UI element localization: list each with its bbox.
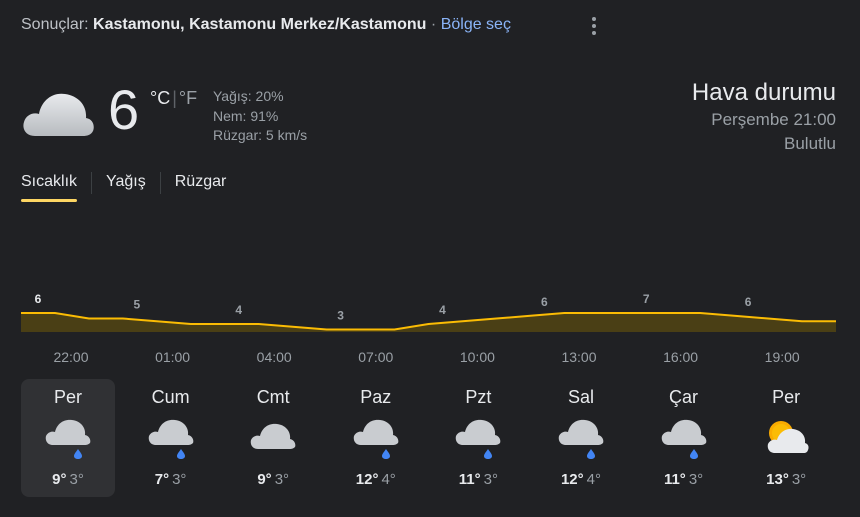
day-temps: 11° 3°: [637, 471, 731, 488]
weather-summary: Hava durumu Perşembe 21:00 Bulutlu: [692, 78, 836, 156]
chart-value-label: 4: [235, 303, 242, 317]
day-name: Cmt: [256, 387, 290, 407]
current-temperature: 6: [108, 78, 140, 141]
cloud-icon: [250, 415, 296, 464]
chart-time-label: 16:00: [663, 349, 699, 365]
day-forecast-3[interactable]: Paz 12° 4°: [329, 379, 423, 497]
day-name: Sal: [567, 387, 594, 407]
day-low: 3°: [69, 471, 84, 488]
day-forecast-4[interactable]: Pzt 11° 3°: [431, 379, 525, 497]
chart-time-label: 01:00: [155, 349, 191, 365]
weather-datetime: Perşembe 21:00: [711, 110, 836, 129]
rain-icon: [558, 415, 604, 464]
location-name: Kastamonu, Kastamonu Merkez/Kastamonu: [93, 16, 427, 33]
day-high: 11°: [458, 471, 481, 488]
rain-icon: [148, 415, 194, 464]
chart-value-label: 6: [35, 292, 42, 306]
day-forecast-5[interactable]: Sal 12° 4°: [534, 379, 628, 497]
chart-time-label: 04:00: [256, 349, 292, 365]
chart-time-label: 22:00: [53, 349, 89, 365]
day-forecast-0[interactable]: Per 9° 3°: [21, 379, 115, 497]
day-high: 9°: [52, 471, 67, 488]
day-low: 3°: [791, 471, 807, 488]
day-forecast-6[interactable]: Çar 11° 3°: [637, 379, 731, 497]
rain-icon: [45, 415, 91, 464]
day-forecast-7[interactable]: Per 13° 3°: [739, 379, 833, 497]
results-prefix: Sonuçlar:: [21, 16, 89, 33]
day-name: Paz: [360, 387, 392, 407]
daily-forecast: Per 9° 3° Cum 7° 3° Cmt 9° 3° Paz 12° 4° Pzt 11° 3° Sal…: [21, 379, 842, 497]
day-temps: 9° 3°: [226, 471, 320, 488]
day-low: 3°: [274, 471, 290, 488]
chart-value-label: 6: [745, 295, 752, 309]
day-name: Çar: [669, 387, 699, 407]
rain-icon: [455, 415, 501, 464]
day-forecast-1[interactable]: Cum 7° 3°: [124, 379, 218, 497]
day-name: Pzt: [465, 387, 492, 407]
day-low: 4°: [586, 471, 601, 488]
results-header: Sonuçlar: Kastamonu, Kastamonu Merkez/Ka…: [21, 16, 511, 34]
weather-details: Yağış: 20% Nem: 91% Rüzgar: 5 km/s: [213, 87, 307, 146]
day-low: 4°: [381, 471, 396, 488]
day-temps: 7° 3°: [124, 471, 218, 488]
day-high: 9°: [257, 471, 272, 488]
humidity-text: Nem: 91%: [213, 107, 279, 124]
tab-wind[interactable]: Rüzgar: [175, 173, 227, 202]
day-high: 13°: [766, 471, 789, 488]
chart-value-label: 7: [643, 292, 650, 306]
unit-toggle: °C | °F: [150, 88, 198, 108]
chart-time-label: 13:00: [561, 349, 597, 365]
current-cloudy-icon: [21, 86, 95, 145]
temperature-area: [21, 313, 836, 332]
chart-value-label: 3: [337, 309, 344, 323]
chart-value-label: 4: [439, 303, 446, 317]
weather-title: Hava durumu: [691, 79, 836, 106]
day-forecast-2[interactable]: Cmt 9° 3°: [226, 379, 320, 497]
day-low: 3°: [483, 471, 498, 488]
chart-time-label: 07:00: [358, 349, 394, 365]
chart-time-label: 19:00: [764, 349, 800, 365]
header-separator: ·: [430, 16, 437, 33]
wind-text: Rüzgar: 5 km/s: [213, 127, 308, 143]
day-high: 11°: [663, 471, 686, 488]
day-high: 12°: [560, 471, 584, 488]
unit-celsius[interactable]: °C: [150, 88, 170, 108]
day-name: Per: [772, 387, 801, 407]
rain-icon: [661, 415, 707, 464]
select-region-link[interactable]: Bölge seç: [441, 16, 511, 33]
chart-time-label: 10:00: [459, 349, 495, 365]
chart-value-label: 5: [134, 298, 141, 312]
day-name: Cum: [151, 387, 190, 407]
precipitation-text: Yağış: 20%: [213, 88, 284, 104]
unit-fahrenheit[interactable]: °F: [179, 88, 197, 108]
day-temps: 12° 4°: [534, 471, 628, 488]
chart-tabs: Sıcaklık Yağış Rüzgar: [21, 171, 227, 202]
day-high: 12°: [355, 471, 379, 488]
day-temps: 12° 4°: [329, 471, 423, 488]
day-high: 7°: [154, 471, 170, 488]
more-options-icon[interactable]: [584, 14, 604, 38]
day-low: 3°: [172, 471, 187, 488]
tab-divider: [159, 171, 161, 194]
day-temps: 13° 3°: [739, 471, 833, 488]
tab-precipitation[interactable]: Yağış: [106, 173, 146, 202]
day-low: 3°: [688, 471, 704, 488]
tab-divider: [91, 171, 93, 194]
partly-sunny-icon: [763, 415, 809, 464]
tab-temperature[interactable]: Sıcaklık: [21, 173, 78, 202]
day-temps: 11° 3°: [431, 471, 525, 488]
day-name: Per: [53, 387, 82, 407]
day-temps: 9° 3°: [21, 471, 115, 488]
weather-condition: Bulutlu: [784, 134, 836, 153]
temperature-chart: 6 5 4 3 4 6 7 6: [21, 292, 836, 332]
chart-value-label: 6: [541, 295, 548, 309]
rain-icon: [353, 415, 399, 464]
